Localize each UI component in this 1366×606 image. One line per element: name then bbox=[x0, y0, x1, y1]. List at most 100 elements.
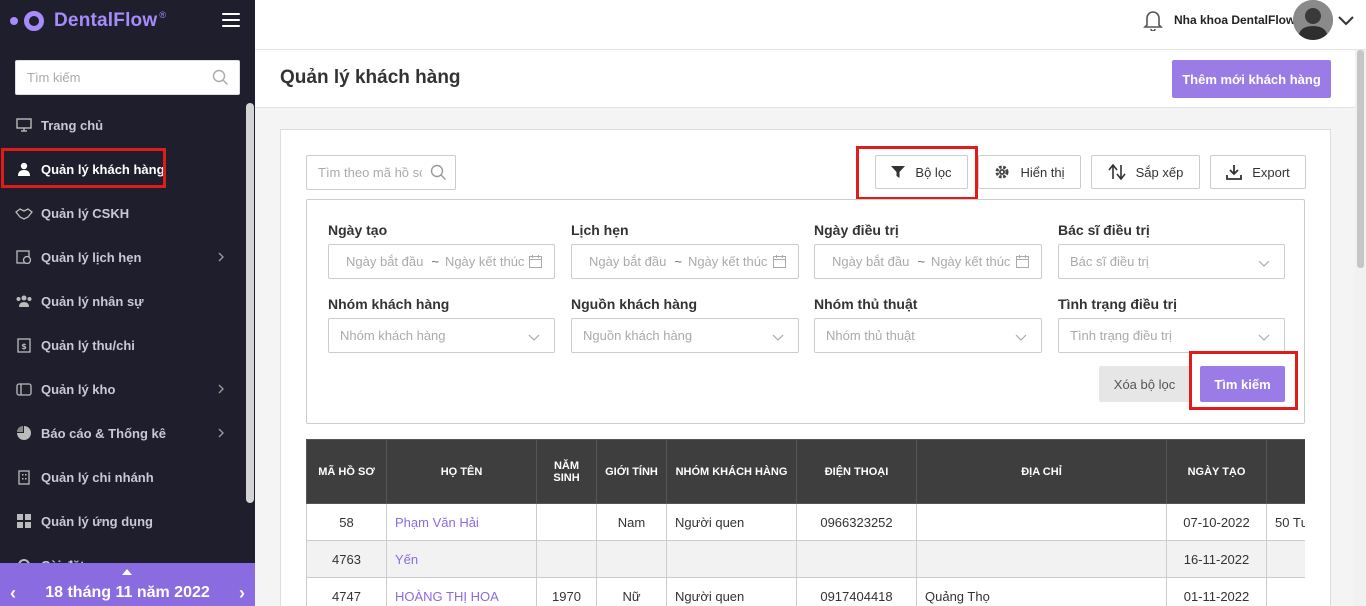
chevron-right-icon bbox=[217, 382, 225, 397]
sort-arrows-icon bbox=[1108, 164, 1126, 180]
end-date-placeholder: Ngày kết thúc bbox=[687, 254, 768, 269]
sidebar: DentalFlow ® Trang chủ Quản lý khách hàn… bbox=[0, 0, 255, 606]
column-header[interactable]: MÃ HỒ SƠ bbox=[306, 439, 387, 504]
customer-table: MÃ HỒ SƠ HỌ TÊN NĂM SINH GIỚI TÍNH NHÓM … bbox=[306, 439, 1305, 606]
add-customer-button[interactable]: Thêm mới khách hàng bbox=[1172, 60, 1331, 98]
search-icon[interactable] bbox=[430, 164, 447, 184]
extra-cell: 50 Tư bbox=[1266, 503, 1305, 541]
clinic-name[interactable]: Nha khoa DentalFlow bbox=[1174, 13, 1295, 27]
sidebar-item-finance[interactable]: $ Quản lý thu/chi bbox=[0, 323, 245, 367]
sidebar-item-reports[interactable]: Báo cáo & Thống kê bbox=[0, 411, 245, 455]
display-button[interactable]: Hiển thị bbox=[978, 155, 1081, 189]
table-row[interactable]: 4763 Yến 16-11-2022 bbox=[306, 540, 1305, 578]
treatment-status-select[interactable]: Tình trạng điều trị bbox=[1058, 318, 1285, 353]
birth-year bbox=[536, 540, 597, 578]
range-separator: ~ bbox=[431, 254, 439, 269]
caret-up-icon[interactable] bbox=[122, 569, 132, 575]
customer-source-select[interactable]: Nguồn khách hàng bbox=[571, 318, 799, 353]
monitor-icon bbox=[15, 116, 33, 134]
customer-search-input[interactable] bbox=[307, 156, 422, 189]
sidebar-item-label: Quản lý chi nhánh bbox=[41, 469, 154, 485]
handshake-icon bbox=[15, 204, 33, 222]
phone: 0966323252 bbox=[796, 503, 917, 541]
birth-year bbox=[536, 503, 597, 541]
table-header-row: MÃ HỒ SƠ HỌ TÊN NĂM SINH GIỚI TÍNH NHÓM … bbox=[306, 439, 1305, 504]
hamburger-menu-icon[interactable] bbox=[222, 13, 240, 27]
customer-group bbox=[666, 540, 797, 578]
main-content: Quản lý khách hàng Thêm mới khách hàng B… bbox=[255, 50, 1355, 606]
procedure-group-select[interactable]: Nhóm thủ thuật bbox=[814, 318, 1042, 353]
sidebar-item-staff[interactable]: Quản lý nhân sự bbox=[0, 279, 245, 323]
column-header[interactable]: HỌ TÊN bbox=[386, 439, 537, 504]
avatar[interactable] bbox=[1293, 0, 1333, 40]
column-header[interactable]: NGÀY TẠO bbox=[1166, 439, 1267, 504]
sidebar-search bbox=[15, 60, 240, 95]
customer-name-link[interactable]: Yến bbox=[386, 540, 537, 578]
address bbox=[916, 503, 1167, 541]
column-header[interactable]: ĐIỆN THOẠI bbox=[796, 439, 917, 504]
sidebar-item-customer-care[interactable]: Quản lý CSKH bbox=[0, 191, 245, 235]
phone bbox=[796, 540, 917, 578]
sort-button[interactable]: Sắp xếp bbox=[1091, 155, 1200, 189]
address: Quảng Thọ bbox=[916, 577, 1167, 606]
current-date: 18 tháng 11 năm 2022 bbox=[45, 584, 210, 601]
calendar-icon bbox=[529, 255, 542, 271]
chevron-down-icon[interactable] bbox=[1338, 14, 1354, 29]
export-button[interactable]: Export bbox=[1210, 155, 1306, 189]
end-date-placeholder: Ngày kết thúc bbox=[444, 254, 525, 269]
sidebar-item-label: Quản lý nhân sự bbox=[41, 293, 144, 309]
doctor-select[interactable]: Bác sĩ điều trị bbox=[1058, 244, 1285, 279]
customer-source-label: Nguồn khách hàng bbox=[571, 296, 697, 312]
customer-table-container: MÃ HỒ SƠ HỌ TÊN NĂM SINH GIỚI TÍNH NHÓM … bbox=[306, 439, 1305, 606]
page-header: Quản lý khách hàng Thêm mới khách hàng bbox=[255, 50, 1355, 108]
column-header[interactable]: NHÓM KHÁCH HÀNG bbox=[666, 439, 797, 504]
sidebar-item-branches[interactable]: Quản lý chi nhánh bbox=[0, 455, 245, 499]
next-date-button[interactable]: › bbox=[239, 583, 245, 604]
sidebar-item-warehouse[interactable]: Quản lý kho bbox=[0, 367, 245, 411]
sidebar-item-apps[interactable]: Quản lý ứng dụng bbox=[0, 499, 245, 543]
treatment-date-range[interactable]: Ngày bắt đầu ~ Ngày kết thúc bbox=[814, 244, 1042, 279]
treatment-status-label: Tình trạng điều trị bbox=[1058, 296, 1177, 312]
sidebar-search-input[interactable] bbox=[16, 61, 201, 94]
sidebar-item-label: Quản lý lịch hẹn bbox=[41, 249, 142, 265]
appointment-date-range[interactable]: Ngày bắt đầu ~ Ngày kết thúc bbox=[571, 244, 799, 279]
table-row[interactable]: 58 Phạm Văn Hải Nam Người quen 096632325… bbox=[306, 503, 1305, 541]
column-header[interactable] bbox=[1266, 439, 1305, 504]
customer-name-link[interactable]: HOÀNG THỊ HOA bbox=[386, 577, 537, 606]
app-logo[interactable]: DentalFlow ® bbox=[10, 8, 166, 34]
record-id: 58 bbox=[306, 503, 387, 541]
customer-group-placeholder: Nhóm khách hàng bbox=[340, 328, 446, 343]
created-date-range[interactable]: Ngày bắt đầu ~ Ngày kết thúc bbox=[328, 244, 555, 279]
money-calendar-icon: $ bbox=[15, 336, 33, 354]
sidebar-item-home[interactable]: Trang chủ bbox=[0, 103, 245, 147]
chevron-right-icon bbox=[217, 250, 225, 265]
sidebar-scrollbar[interactable] bbox=[245, 103, 255, 606]
doctor-placeholder: Bác sĩ điều trị bbox=[1070, 254, 1149, 269]
search-icon[interactable] bbox=[212, 69, 229, 89]
treatment-status-placeholder: Tình trạng điều trị bbox=[1070, 328, 1172, 343]
gender bbox=[596, 540, 667, 578]
sidebar-item-label: Quản lý thu/chi bbox=[41, 337, 135, 353]
chevron-right-icon bbox=[217, 426, 225, 441]
topbar: Nha khoa DentalFlow bbox=[255, 0, 1366, 50]
clear-filter-button[interactable]: Xóa bộ lọc bbox=[1099, 366, 1190, 402]
sidebar-item-label: Quản lý CSKH bbox=[41, 205, 130, 221]
sidebar-item-label: Quản lý kho bbox=[41, 381, 116, 397]
column-header[interactable]: NĂM SINH bbox=[536, 439, 597, 504]
customer-group-select[interactable]: Nhóm khách hàng bbox=[328, 318, 555, 353]
pie-chart-icon bbox=[15, 424, 33, 442]
customer-group: Người quen bbox=[666, 577, 797, 606]
column-header[interactable]: GIỚI TÍNH bbox=[596, 439, 667, 504]
customer-source-placeholder: Nguồn khách hàng bbox=[583, 328, 693, 343]
table-row[interactable]: 4747 HOÀNG THỊ HOA 1970 Nữ Người quen 09… bbox=[306, 577, 1305, 606]
customer-name-link[interactable]: Phạm Văn Hải bbox=[386, 503, 537, 541]
bell-icon[interactable] bbox=[1143, 9, 1163, 34]
end-date-placeholder: Ngày kết thúc bbox=[930, 254, 1011, 269]
column-header[interactable]: ĐỊA CHỈ bbox=[916, 439, 1167, 504]
page-scrollbar[interactable] bbox=[1355, 50, 1366, 606]
customer-card: Bộ lọc Hiển thị Sắp xếp Export Ngày tạo … bbox=[280, 129, 1331, 606]
sidebar-item-appointments[interactable]: Quản lý lịch hẹn bbox=[0, 235, 245, 279]
customer-group-label: Nhóm khách hàng bbox=[328, 296, 450, 312]
created-date: 07-10-2022 bbox=[1166, 503, 1267, 541]
building-icon bbox=[15, 468, 33, 486]
